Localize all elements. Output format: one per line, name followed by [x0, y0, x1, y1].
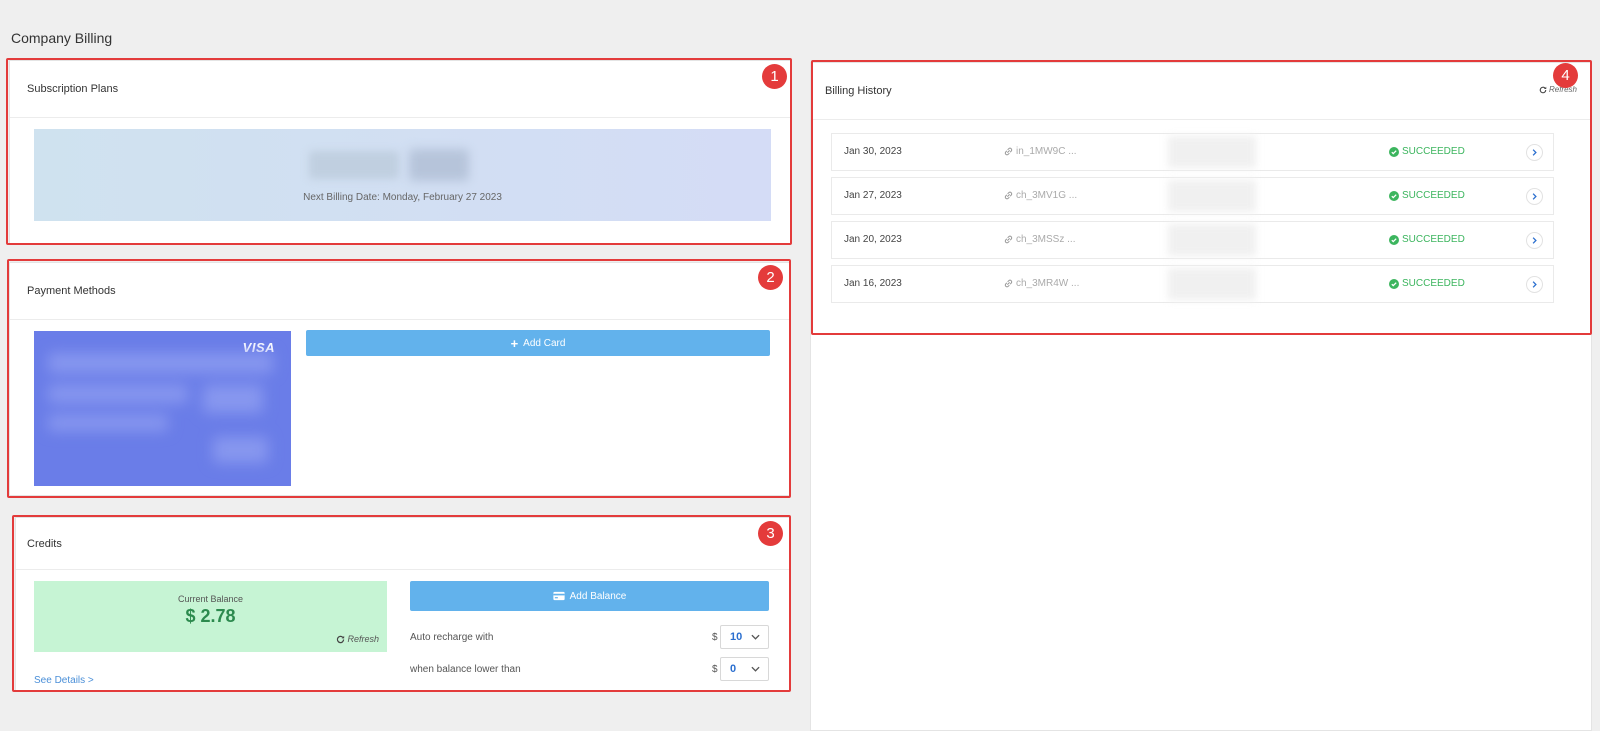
annotation-box-3 — [12, 515, 791, 692]
annotation-badge-4: 4 — [1553, 63, 1578, 88]
annotation-box-2 — [7, 259, 791, 498]
page-title: Company Billing — [11, 30, 113, 46]
annotation-badge-3: 3 — [758, 521, 783, 546]
annotation-box-4 — [811, 60, 1592, 335]
annotation-badge-1: 1 — [762, 64, 787, 89]
annotation-badge-2: 2 — [758, 265, 783, 290]
annotation-box-1 — [6, 58, 792, 245]
